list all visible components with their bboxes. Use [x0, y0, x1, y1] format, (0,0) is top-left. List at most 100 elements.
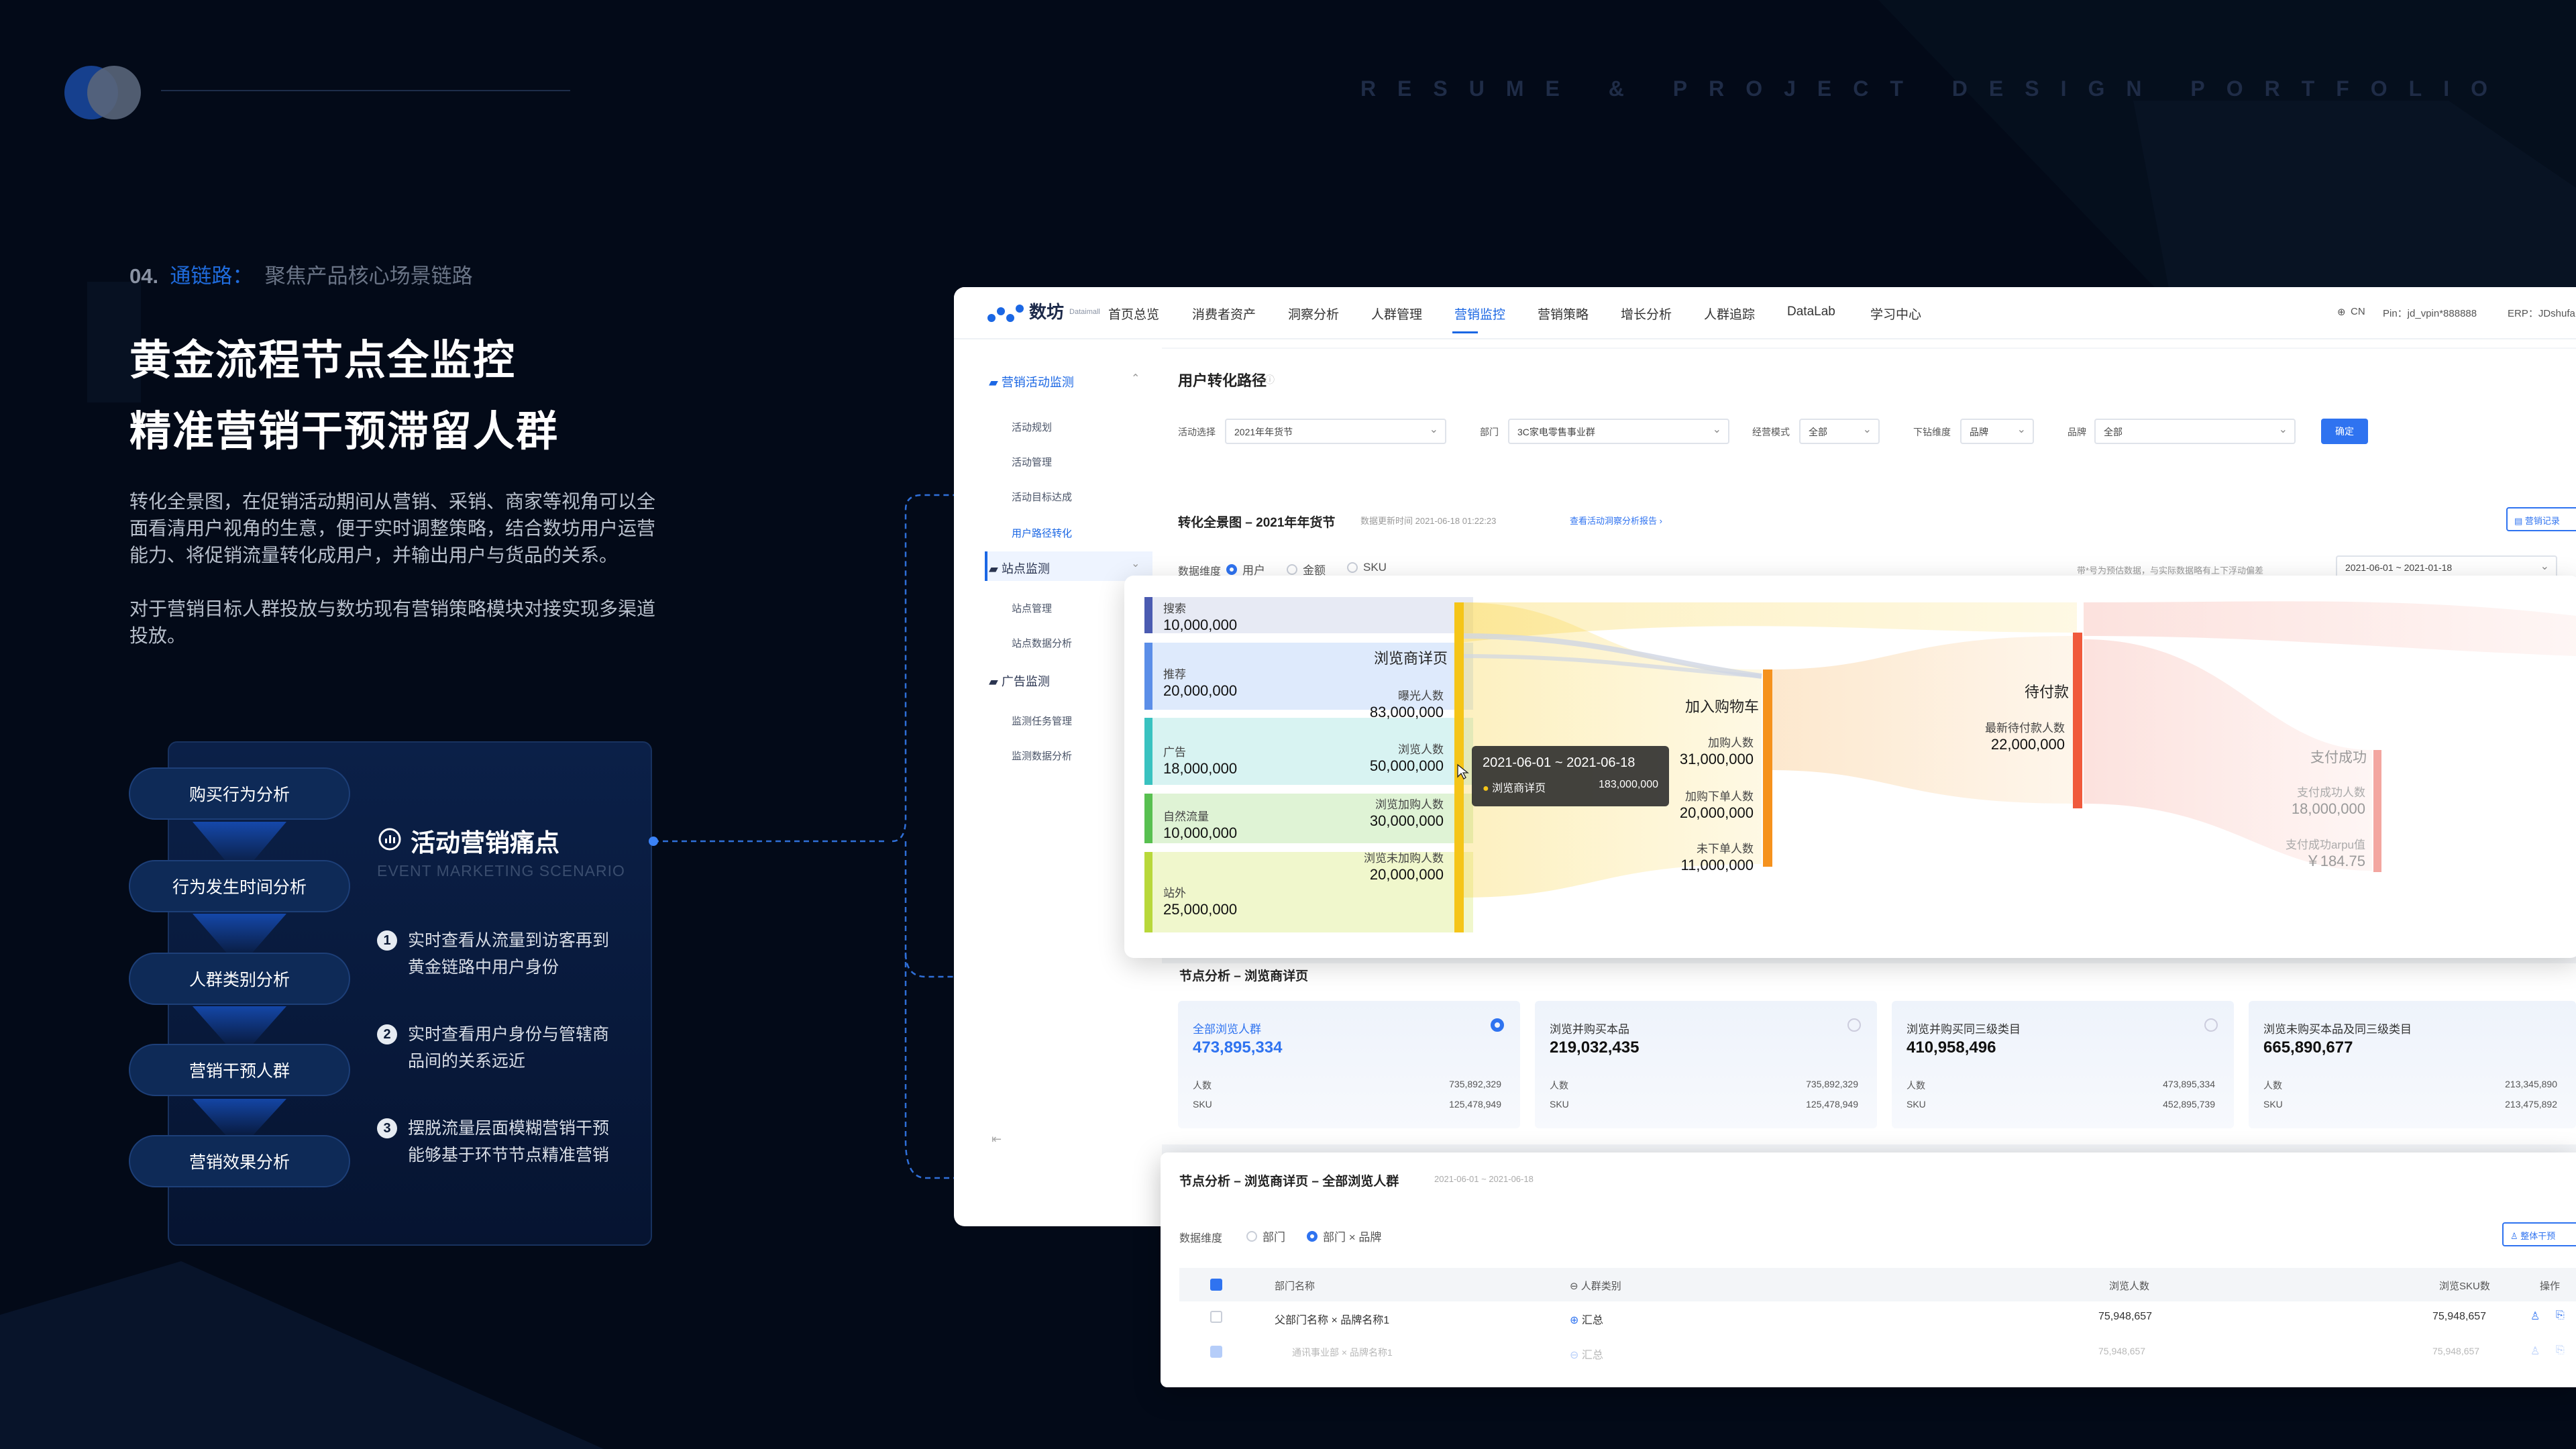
row-export-icon[interactable]: ⎘	[2556, 1309, 2565, 1322]
dept-select[interactable]: 3C家电零售事业群	[1508, 419, 1729, 444]
table-dim-radio-dept-brand[interactable]: 部门 × 品牌	[1307, 1228, 1381, 1244]
th-sku: 浏览SKU数	[2439, 1281, 2490, 1292]
pain-point-title: 活动营销痛点	[411, 829, 559, 857]
th-users: 浏览人数	[2109, 1281, 2150, 1292]
app-brand[interactable]: 数坊 Dataimall	[986, 301, 1100, 323]
node-analysis-title: 节点分析 – 浏览商详页	[1179, 969, 1309, 983]
record-button-label: 营销记录	[2524, 516, 2560, 526]
source-name: 搜索	[1163, 602, 1186, 615]
nav-marketing-strategy[interactable]: 营销策略	[1538, 305, 1589, 323]
cart-metric-no-order: 未下单人数 11,000,000	[1670, 841, 1754, 875]
sidebar-item-site-data[interactable]: 站点数据分析	[1012, 636, 1072, 650]
pain-item-number: 1	[377, 930, 397, 951]
brand-select[interactable]: 全部	[2094, 419, 2296, 444]
sankey-chart	[1144, 597, 2576, 932]
sankey-node-ad[interactable]	[1144, 718, 1152, 785]
stat-row-label: SKU	[1550, 1099, 1569, 1110]
th-crowd-type[interactable]: ⊖ 人群类别	[1570, 1279, 1621, 1293]
sidebar-group-activity[interactable]: ▰ 营销活动监测	[989, 373, 1074, 390]
flow-step-behavior-time: 行为发生时间分析	[129, 860, 350, 912]
metric-value: ￥184.75	[2305, 853, 2365, 869]
stat-card-same-category[interactable]: 浏览并购买同三级类目 410,958,496 人数 473,895,334 SKU…	[1892, 1001, 2234, 1128]
info-icon[interactable]: ⓘ	[1265, 373, 1275, 386]
sankey-node-external[interactable]	[1144, 852, 1152, 932]
nav-marketing-monitor[interactable]: 营销监控	[1454, 305, 1505, 323]
sidebar-item-target[interactable]: 活动目标达成	[1012, 490, 1072, 504]
row-type[interactable]: ⊕ 汇总	[1570, 1311, 1603, 1327]
collapse-icon[interactable]: ⇤	[991, 1132, 1002, 1146]
select-all-checkbox[interactable]	[1210, 1279, 1222, 1291]
stat-radio[interactable]	[1491, 1018, 1504, 1032]
language-switch[interactable]: CN	[2351, 306, 2365, 317]
row-type[interactable]: ⊖ 汇总	[1570, 1346, 1603, 1362]
sankey-node-pay[interactable]	[2073, 633, 2082, 808]
stat-card-bought[interactable]: 浏览并购买本品 219,032,435 人数 735,892,329 SKU 125…	[1535, 1001, 1877, 1128]
portfolio-label: RESUME & PROJECT DESIGN PORTFOLIO	[1360, 76, 2509, 101]
sidebar-group-ad[interactable]: ▰ 广告监测	[989, 672, 1050, 690]
report-link[interactable]: 查看活动洞察分析报告 ›	[1570, 514, 1662, 527]
mode-select[interactable]: 全部	[1799, 419, 1880, 444]
row-intervene-icon[interactable]: ♙	[2530, 1309, 2540, 1323]
nav-growth[interactable]: 增长分析	[1621, 305, 1672, 323]
sidebar-group-site[interactable]: ▰ 站点监测	[989, 559, 1050, 577]
nav-insight[interactable]: 洞察分析	[1288, 305, 1339, 323]
nav-datalab[interactable]: DataLab	[1787, 305, 1835, 319]
chevron-up-icon[interactable]: ⌃	[1131, 372, 1140, 385]
metric-name: 加购下单人数	[1685, 790, 1754, 803]
nav-crowd[interactable]: 人群管理	[1371, 305, 1422, 323]
sankey-node-search[interactable]	[1144, 597, 1152, 633]
source-value: 10,000,000	[1163, 824, 1238, 841]
globe-icon[interactable]: ⊕	[2337, 306, 2346, 318]
row-users: 75,948,657	[2098, 1311, 2153, 1322]
stat-row-label: SKU	[2263, 1099, 2283, 1110]
row-type-label: 汇总	[1581, 1350, 1603, 1361]
activity-select[interactable]: 2021年年货节	[1225, 419, 1446, 444]
record-button[interactable]: ▤ 营销记录	[2506, 507, 2576, 531]
metric-value: 22,000,000	[1990, 736, 2065, 753]
stat-row-users: 人数 735,892,329	[1193, 1079, 1501, 1092]
intervene-all-button[interactable]: ♙ 整体干预	[2502, 1222, 2576, 1246]
nav-home[interactable]: 首页总览	[1108, 305, 1159, 323]
pain-item-text: 能够基于环节节点精准营销	[408, 1146, 610, 1165]
source-label-search: 搜索 10,000,000	[1163, 601, 1237, 635]
sidebar-item-path[interactable]: 用户路径转化	[1012, 526, 1072, 540]
description-paragraph-2: 对于营销目标人群投放与数坊现有营销策略模块对接实现多渠道投放。	[129, 598, 656, 646]
source-label-external: 站外 25,000,000	[1163, 885, 1237, 919]
row-export-icon[interactable]: ⎘	[2556, 1344, 2565, 1356]
sidebar-item-task[interactable]: 监测任务管理	[1012, 714, 1072, 728]
pain-item-1: 1 实时查看从流量到访客再到 黄金链路中用户身份	[377, 927, 632, 981]
row-checkbox[interactable]	[1210, 1311, 1222, 1323]
sankey-node-cart[interactable]	[1763, 669, 1772, 867]
stat-card-all[interactable]: 全部浏览人群 473,895,334 人数 735,892,329 SKU 125,…	[1178, 1001, 1520, 1128]
sidebar-item-manage[interactable]: 活动管理	[1012, 455, 1052, 469]
sankey-node-recommend[interactable]	[1144, 643, 1152, 710]
sankey-node-success[interactable]	[2373, 750, 2381, 872]
sidebar-item-site-manage[interactable]: 站点管理	[1012, 601, 1052, 615]
sidebar-item-plan[interactable]: 活动规划	[1012, 420, 1052, 434]
stat-value: 473,895,334	[1193, 1038, 1283, 1057]
drill-select[interactable]: 品牌	[1960, 419, 2034, 444]
sidebar-item-monitor-data[interactable]: 监测数据分析	[1012, 749, 1072, 763]
stat-radio[interactable]	[2204, 1018, 2218, 1032]
sankey-node-natural[interactable]	[1144, 794, 1152, 843]
nav-consumer-assets[interactable]: 消费者资产	[1192, 305, 1256, 323]
row-sku: 75,948,657	[2432, 1311, 2487, 1322]
stat-card-not-bought[interactable]: 浏览未购买本品及同三级类目 665,890,677 人数 213,345,890 …	[2249, 1001, 2576, 1128]
confirm-button[interactable]: 确定	[2321, 419, 2368, 444]
flow-step-crowd-category: 人群类别分析	[129, 953, 350, 1005]
cart-node-label: 加入购物车	[1685, 698, 1760, 715]
nav-crowd-tracking[interactable]: 人群追踪	[1704, 305, 1755, 323]
row-checkbox[interactable]	[1210, 1346, 1222, 1358]
stat-row-value: 735,892,329	[1449, 1079, 1501, 1089]
table-dim-radio-dept[interactable]: 部门	[1246, 1228, 1285, 1244]
section-number: 04.	[129, 264, 159, 288]
nav-learning[interactable]: 学习中心	[1870, 305, 1921, 323]
stat-radio[interactable]	[1847, 1018, 1861, 1032]
dim-radio-sku[interactable]: SKU	[1347, 561, 1387, 574]
flow-step-purchase-behavior: 购买行为分析	[129, 767, 350, 820]
chevron-down-icon[interactable]: ⌄	[1131, 557, 1140, 570]
pain-point-icon	[378, 828, 401, 851]
row-intervene-icon[interactable]: ♙	[2530, 1344, 2540, 1358]
pain-item-2: 2 实时查看用户身份与管辖商 品间的关系远近	[377, 1021, 632, 1075]
source-label-natural: 自然流量 10,000,000	[1163, 809, 1237, 843]
